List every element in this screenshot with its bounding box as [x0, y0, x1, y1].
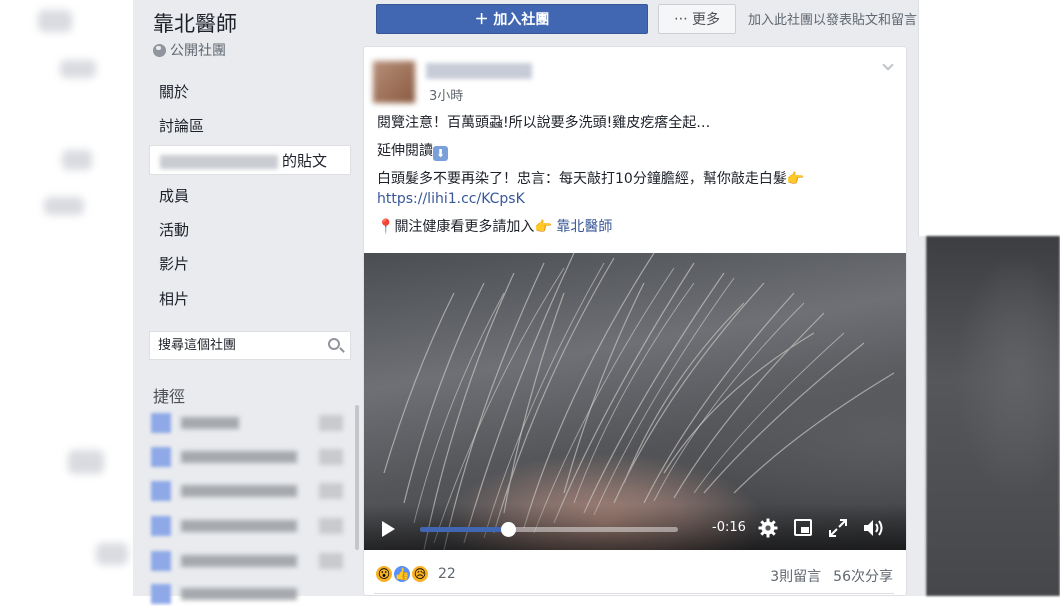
- redacted-shortcut-count: [319, 518, 343, 534]
- like-reaction-icon: 👍: [392, 564, 412, 584]
- group-search-input[interactable]: 搜尋這個社團: [149, 331, 351, 360]
- redacted-shortcut-name: [181, 417, 239, 429]
- follow-text: 關注健康看更多請加入: [394, 219, 535, 235]
- volume-icon[interactable]: [862, 517, 886, 539]
- shortcut-icon: [151, 584, 171, 604]
- wow-reaction-icon: 😮: [374, 564, 394, 584]
- reaction-summary[interactable]: 😮 👍 😥 22: [374, 564, 456, 584]
- pointing-hand-icon: 👉: [786, 171, 805, 187]
- redacted-shortcut-name: [181, 555, 297, 567]
- redacted-shortcut-count: [319, 449, 343, 465]
- redacted-shortcut-name: [181, 520, 297, 532]
- comment-count[interactable]: 3則留言: [770, 566, 821, 586]
- post-link[interactable]: https://lihi1.cc/KCpsK: [377, 191, 525, 207]
- fullscreen-icon[interactable]: [828, 518, 848, 538]
- more-button[interactable]: ⋯ 更多: [658, 4, 736, 34]
- redacted-shortcut-count: [319, 415, 343, 431]
- main-column: ＋ 加入社團 ⋯ 更多 加入此社團以發表貼文和留言 3小時 閱覽注意！百萬頭蝨!…: [363, 0, 925, 596]
- post-body: 閱覽注意！百萬頭蝨!所以說要多洗頭!雞皮疙瘩全起… 延伸閱讀 ⬇ 白頭髮多不要再染…: [377, 113, 897, 245]
- video-controls: -0:16: [364, 504, 906, 550]
- redacted-author-name[interactable]: [426, 63, 532, 79]
- nav-discussion[interactable]: 討論區: [149, 111, 351, 141]
- redacted-shortcut-name: [181, 485, 297, 497]
- redacted-shortcut-name: [181, 588, 297, 600]
- read-more-label: 延伸閱讀: [377, 143, 433, 159]
- right-blank-area: [926, 0, 1060, 236]
- video-scrub-handle[interactable]: [500, 522, 516, 537]
- reaction-count: 22: [438, 566, 456, 582]
- redacted-shortcut-name: [181, 451, 297, 463]
- sad-reaction-icon: 😥: [410, 564, 430, 584]
- search-icon[interactable]: [328, 338, 340, 350]
- nav-member-posts-label: 的貼文: [282, 152, 328, 170]
- post-line-2: 白頭髮多不要再染了！忠言：每天敲打10分鐘膽經，幫你敲走白髮👉: [377, 169, 897, 189]
- nav-members[interactable]: 成員: [149, 181, 351, 211]
- video-player[interactable]: -0:16: [364, 253, 906, 550]
- shortcut-icon: [151, 481, 171, 501]
- nav-videos[interactable]: 影片: [149, 249, 351, 279]
- follow-group-link[interactable]: 靠北醫師: [556, 219, 612, 235]
- shortcut-icon: [151, 551, 171, 571]
- play-icon[interactable]: [382, 521, 395, 537]
- group-privacy-label: 公開社團: [170, 43, 226, 59]
- join-group-button[interactable]: ＋ 加入社團: [376, 4, 648, 34]
- pointing-hand-icon: 👉: [534, 219, 552, 235]
- share-count[interactable]: 56次分享: [833, 566, 893, 586]
- shortcut-item[interactable]: [151, 514, 351, 538]
- redacted-shortcut-count: [319, 483, 343, 499]
- group-sidebar: 靠北醫師 公開社團 關於 討論區 的貼文 成員 活動 影片 相片 搜尋這個社團 …: [133, 0, 363, 604]
- background-right-blurred: [926, 236, 1060, 596]
- shortcuts-heading: 捷徑: [153, 387, 186, 406]
- nav-member-posts[interactable]: 的貼文: [149, 145, 351, 175]
- post-card: 3小時 閱覽注意！百萬頭蝨!所以說要多洗頭!雞皮疙瘩全起… 延伸閱讀 ⬇ 白頭髮多…: [363, 46, 907, 596]
- shortcut-item[interactable]: [151, 411, 351, 435]
- shortcut-icon: [151, 447, 171, 467]
- pin-icon: 📍: [377, 219, 395, 235]
- shortcut-icon: [151, 516, 171, 536]
- join-hint-text: 加入此社團以發表貼文和留言: [748, 13, 918, 28]
- post-link-line: https://lihi1.cc/KCpsK: [377, 189, 897, 209]
- post-headline: 閱覽注意！百萬頭蝨!所以說要多洗頭!雞皮疙瘩全起…: [377, 115, 711, 131]
- shortcut-item[interactable]: [151, 582, 351, 606]
- sidebar-scrollbar[interactable]: [355, 405, 359, 550]
- redacted-name: [160, 154, 278, 169]
- group-search-placeholder: 搜尋這個社團: [158, 338, 237, 353]
- author-avatar[interactable]: [373, 61, 415, 103]
- video-time-remaining: -0:16: [712, 520, 746, 535]
- shortcut-item[interactable]: [151, 445, 351, 469]
- right-column-edge: [918, 0, 926, 236]
- down-arrow-icon: ⬇: [433, 146, 448, 161]
- divider: [374, 593, 894, 594]
- video-progress-fill: [420, 527, 508, 532]
- nav-photos[interactable]: 相片: [149, 284, 351, 314]
- more-button-label: 更多: [692, 12, 720, 28]
- gear-icon[interactable]: [758, 518, 778, 538]
- read-more-line: 延伸閱讀 ⬇: [377, 141, 897, 161]
- group-title[interactable]: 靠北醫師: [153, 8, 237, 38]
- background-left-blurred: [0, 0, 133, 596]
- chevron-down-icon[interactable]: [882, 59, 894, 71]
- globe-icon: [153, 43, 166, 57]
- group-privacy: 公開社團: [153, 40, 226, 60]
- shortcut-icon: [151, 413, 171, 433]
- engagement-stats: 3則留言 56次分享: [770, 566, 893, 586]
- nav-events[interactable]: 活動: [149, 215, 351, 245]
- follow-line: 📍關注健康看更多請加入👉 靠北醫師: [377, 217, 897, 237]
- nav-about[interactable]: 關於: [149, 77, 351, 107]
- shortcut-item[interactable]: [151, 479, 351, 503]
- more-dots-icon: ⋯: [674, 11, 688, 27]
- popout-icon[interactable]: [794, 519, 812, 536]
- post-line-2-text: 白頭髮多不要再染了！忠言：每天敲打10分鐘膽經，幫你敲走白髮: [377, 171, 787, 187]
- shortcut-item[interactable]: [151, 549, 351, 573]
- video-progress-bar[interactable]: [420, 522, 678, 537]
- redacted-shortcut-count: [319, 553, 343, 569]
- post-timestamp[interactable]: 3小時: [429, 85, 463, 104]
